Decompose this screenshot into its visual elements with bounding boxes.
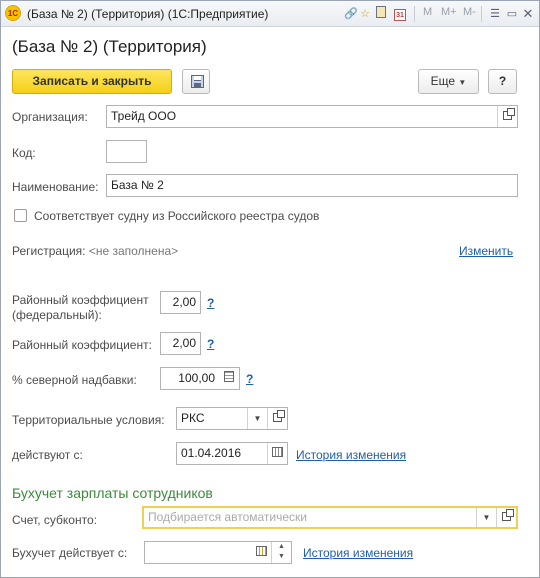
- chevron-down-icon: ▼: [458, 78, 467, 87]
- code-label: Код:: [12, 146, 36, 160]
- district-coef-value: 2,00: [172, 336, 196, 350]
- north-allowance-help-link[interactable]: ?: [246, 372, 253, 386]
- north-allowance-field[interactable]: 100,00: [160, 367, 240, 390]
- account-placeholder: Подбирается автоматически: [148, 510, 307, 524]
- calendar-icon[interactable]: [267, 443, 287, 464]
- close-icon[interactable]: ✕: [520, 6, 536, 22]
- district-coef-help-link[interactable]: ?: [207, 337, 214, 351]
- page-title: (База № 2) (Территория): [12, 37, 207, 56]
- organization-value: Трейд ООО: [111, 109, 177, 123]
- memory-m-minus-button[interactable]: M-: [463, 6, 476, 18]
- ship-register-checkbox[interactable]: [14, 209, 27, 222]
- window-title: (База № 2) (Территория) (1С:Предприятие): [27, 7, 269, 21]
- more-button[interactable]: Еще ▼: [418, 69, 479, 94]
- more-label: Еще: [430, 74, 456, 88]
- menu-icon[interactable]: ☰: [487, 6, 503, 22]
- accounting-from-label: Бухучет действует с:: [12, 546, 128, 560]
- form-window: 1С (База № 2) (Территория) (1С:Предприят…: [0, 0, 540, 578]
- chevron-down-icon[interactable]: ▼: [247, 408, 267, 429]
- district-coef-federal-value: 2,00: [172, 295, 196, 309]
- calculator-icon[interactable]: [373, 6, 389, 22]
- name-field[interactable]: База № 2: [106, 174, 518, 197]
- accounting-from-field[interactable]: ▲ ▼: [144, 541, 292, 564]
- effective-from-field[interactable]: 01.04.2016: [176, 442, 288, 465]
- territorial-conditions-field[interactable]: РКС ▼: [176, 407, 288, 430]
- calendar-icon[interactable]: 31: [392, 6, 408, 22]
- effective-from-label: действуют с:: [12, 448, 83, 462]
- accounting-from-history-link[interactable]: История изменения: [303, 546, 413, 560]
- district-coef-federal-label-line2: (федеральный):: [12, 308, 102, 322]
- favorite-star-icon[interactable]: ☆: [357, 6, 373, 22]
- registration-label: Регистрация:: [12, 244, 86, 258]
- north-allowance-label: % северной надбавки:: [12, 373, 137, 387]
- payroll-section-title: Бухучет зарплаты сотрудников: [12, 485, 213, 501]
- calendar-icon[interactable]: [251, 542, 271, 563]
- account-label: Счет, субконто:: [12, 513, 97, 527]
- district-coef-federal-field[interactable]: 2,00: [160, 291, 201, 314]
- district-coef-field[interactable]: 2,00: [160, 332, 201, 355]
- save-button[interactable]: [182, 69, 210, 94]
- save-and-close-button[interactable]: Записать и закрыть: [12, 69, 172, 94]
- territorial-conditions-value: РКС: [181, 411, 205, 425]
- organization-field[interactable]: Трейд ООО: [106, 105, 518, 128]
- code-field[interactable]: [106, 140, 147, 163]
- registration-value: <не заполнена>: [88, 244, 179, 258]
- open-icon[interactable]: [267, 408, 287, 429]
- territorial-conditions-label: Территориальные условия:: [12, 413, 165, 427]
- effective-from-value: 01.04.2016: [181, 446, 242, 460]
- name-value: База № 2: [111, 178, 164, 192]
- account-field[interactable]: Подбирается автоматически ▼: [142, 506, 518, 529]
- ship-register-label[interactable]: Соответствует судну из Российского реест…: [34, 209, 319, 223]
- change-registration-link[interactable]: Изменить: [459, 244, 513, 258]
- calculator-icon[interactable]: [219, 368, 239, 389]
- spin-stepper[interactable]: ▲ ▼: [271, 542, 291, 563]
- registration-row: Регистрация: <не заполнена>: [12, 244, 178, 258]
- chevron-down-icon[interactable]: ▼: [476, 508, 496, 527]
- memory-m-button[interactable]: M: [423, 6, 432, 18]
- district-coef-federal-help-link[interactable]: ?: [207, 296, 214, 310]
- minimize-icon[interactable]: ▭: [504, 6, 520, 22]
- help-button[interactable]: ?: [488, 69, 517, 94]
- open-icon[interactable]: [497, 106, 517, 127]
- open-icon[interactable]: [496, 508, 516, 527]
- save-icon: [191, 75, 204, 88]
- organization-label: Организация:: [12, 110, 88, 124]
- effective-from-history-link[interactable]: История изменения: [296, 448, 406, 462]
- memory-m-plus-button[interactable]: M+: [441, 6, 457, 18]
- north-allowance-value: 100,00: [178, 371, 215, 385]
- app-logo-icon[interactable]: 1С: [5, 5, 21, 21]
- name-label: Наименование:: [12, 180, 99, 194]
- district-coef-label: Районный коэффициент:: [12, 338, 152, 352]
- district-coef-federal-label-line1: Районный коэффициент: [12, 293, 149, 307]
- title-bar: 1С (База № 2) (Территория) (1С:Предприят…: [1, 1, 539, 27]
